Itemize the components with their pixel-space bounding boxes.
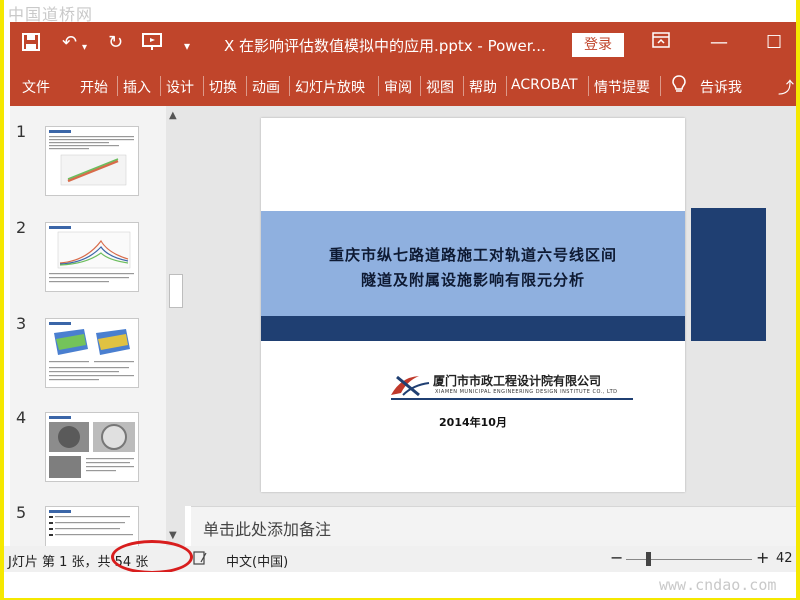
company-name-en: XIAMEN MUNICIPAL ENGINEERING DESIGN INST…: [435, 389, 618, 395]
tab-insert[interactable]: 插入: [123, 77, 151, 97]
annotation-circle: [111, 540, 193, 574]
ribbon-display-icon[interactable]: [652, 32, 670, 53]
notes-pane[interactable]: 单击此处添加备注: [191, 506, 796, 546]
tab-acrobat[interactable]: ACROBAT: [511, 77, 578, 93]
company-name-cn: 厦门市市政工程设计院有限公司: [433, 374, 602, 388]
minimize-icon[interactable]: —: [710, 32, 728, 53]
slide-date[interactable]: 2014年10月: [261, 414, 685, 430]
tab-separator: [588, 76, 589, 96]
tab-separator: [660, 76, 661, 96]
slide-title-line-1[interactable]: 重庆市纵七路道路施工对轨道六号线区间: [261, 244, 685, 265]
watermark-bottom-strip: www.cndao.com: [4, 572, 796, 598]
slide-number: 2: [16, 218, 27, 237]
zoom-slider-track[interactable]: [626, 559, 752, 560]
notes-placeholder[interactable]: 单击此处添加备注: [203, 516, 331, 540]
tab-separator: [506, 76, 507, 96]
login-button[interactable]: 登录: [572, 33, 624, 57]
slide-number: 5: [16, 503, 27, 522]
language-status[interactable]: 中文(中国): [226, 551, 288, 570]
tab-slideshow[interactable]: 幻灯片放映: [295, 77, 365, 97]
title-bar: ↶ ▾ ↻ ▾ X 在影响评估数值模拟中的应用.pptx - Power... …: [10, 22, 796, 66]
tab-separator: [378, 76, 379, 96]
tab-transitions[interactable]: 切换: [209, 77, 237, 97]
zoom-in-button[interactable]: +: [756, 548, 769, 567]
customize-icon[interactable]: ▾: [184, 36, 190, 56]
thumbnails-scrollbar[interactable]: ▲ ▼: [166, 106, 185, 546]
zoom-percentage[interactable]: 42: [776, 551, 793, 566]
redo-icon[interactable]: ↻: [108, 33, 123, 53]
slide-thumbnails-pane: 1 2 3 4 5 ▲ ▼: [10, 106, 185, 546]
maximize-icon[interactable]: ☐: [766, 32, 782, 53]
notes-toggle-icon[interactable]: [192, 550, 208, 570]
tab-animations[interactable]: 动画: [252, 77, 280, 97]
tab-separator: [420, 76, 421, 96]
company-underline: [391, 398, 633, 400]
scroll-up-icon[interactable]: ▲: [169, 110, 177, 121]
watermark-top-strip: 中国道桥网: [4, 0, 796, 24]
window-title: X 在影响评估数值模拟中的应用.pptx - Power...: [224, 37, 546, 55]
tab-design[interactable]: 设计: [166, 77, 194, 97]
tab-separator: [160, 76, 161, 96]
lightbulb-icon: [672, 75, 686, 97]
slide-number: 4: [16, 408, 27, 427]
ribbon-tabs: 文件 开始 插入 设计 切换 动画 幻灯片放映 审阅 视图 帮助 ACROBAT…: [10, 66, 796, 106]
slide-number: 1: [16, 122, 27, 141]
tab-separator: [246, 76, 247, 96]
slide-thumbnail-5[interactable]: [45, 506, 139, 546]
tab-help[interactable]: 帮助: [469, 77, 497, 97]
scrollbar-thumb[interactable]: [169, 274, 183, 308]
tab-home[interactable]: 开始: [80, 77, 108, 97]
undo-dropdown-icon[interactable]: ▾: [82, 38, 87, 58]
tab-separator: [289, 76, 290, 96]
scroll-down-icon[interactable]: ▼: [169, 530, 177, 541]
tab-separator: [117, 76, 118, 96]
share-icon[interactable]: ⤴: [778, 74, 794, 98]
zoom-slider-thumb[interactable]: [646, 552, 651, 566]
slide-thumbnail-4[interactable]: [45, 412, 139, 482]
zoom-out-button[interactable]: −: [610, 548, 623, 567]
app-window: 中国道桥网 ↶ ▾ ↻ ▾ X 在影响评估数值模拟中的应用.pptx - Pow…: [4, 0, 796, 598]
tab-separator: [203, 76, 204, 96]
tab-review[interactable]: 审阅: [384, 77, 412, 97]
slide-thumbnail-2[interactable]: [45, 222, 139, 292]
present-icon[interactable]: [142, 33, 164, 56]
slide-title-line-2[interactable]: 隧道及附属设施影响有限元分析: [261, 269, 685, 290]
slide-thumbnail-1[interactable]: [45, 126, 139, 196]
watermark-bottom: www.cndao.com: [659, 576, 777, 594]
slide-thumbnail-3[interactable]: [45, 318, 139, 388]
save-icon[interactable]: [22, 33, 40, 56]
tab-view[interactable]: 视图: [426, 77, 454, 97]
tell-me-search[interactable]: 告诉我: [700, 77, 742, 97]
tab-file[interactable]: 文件: [22, 77, 50, 97]
tab-separator: [463, 76, 464, 96]
undo-icon[interactable]: ↶: [62, 33, 77, 53]
title-banner-dark-overflow: [691, 208, 766, 341]
slide-number: 3: [16, 314, 27, 333]
tab-storyboard[interactable]: 情节提要: [594, 77, 650, 97]
current-slide[interactable]: 重庆市纵七路道路施工对轨道六号线区间 隧道及附属设施影响有限元分析 厦门市市政工…: [261, 118, 685, 492]
